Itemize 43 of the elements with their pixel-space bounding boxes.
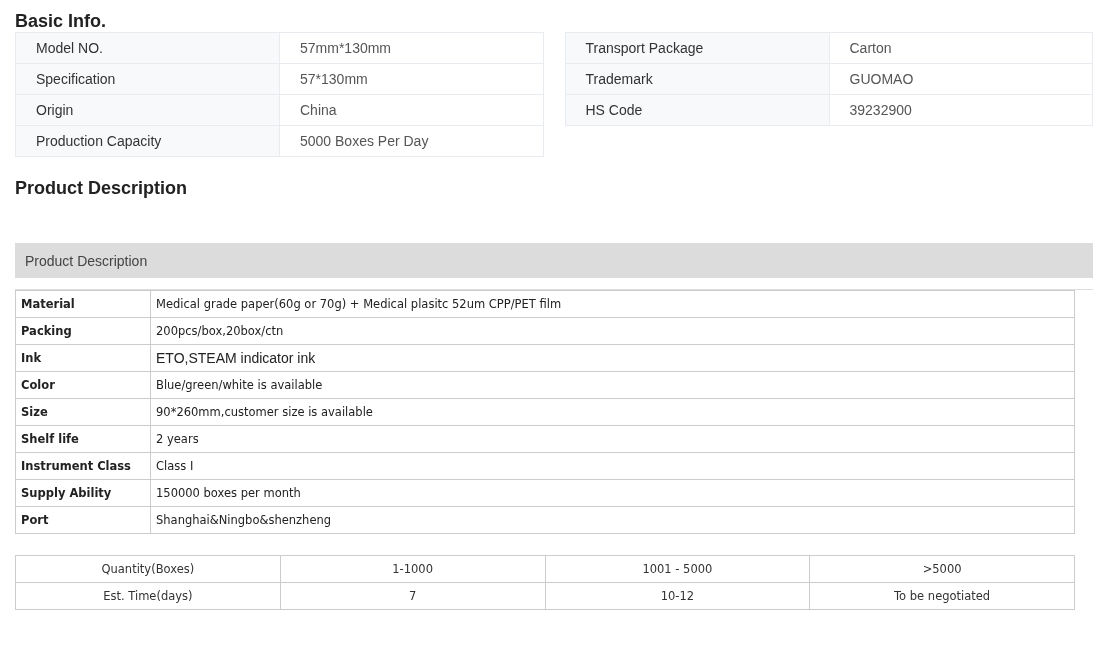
attribute-label: Transport Package <box>565 32 829 64</box>
table-cell: To be negotiated <box>809 582 1075 610</box>
spec-value: Medical grade paper(60g or 70g) + Medical plasitc 52um CPP/PET film <box>150 290 1075 318</box>
spec-label: Shelf life <box>15 425 151 453</box>
attribute-value: GUOMAO <box>829 63 1093 95</box>
table-cell: Quantity(Boxes) <box>15 555 281 583</box>
section-heading: Basic Info. <box>15 10 108 32</box>
attribute-value: 57*130mm <box>279 63 543 95</box>
spec-value: 200pcs/box,20box/ctn <box>150 317 1075 345</box>
spec-label: Material <box>15 290 151 318</box>
spec-label: Ink <box>15 344 151 372</box>
spec-value: 2 years <box>150 425 1075 453</box>
attribute-value: 5000 Boxes Per Day <box>279 125 543 157</box>
table-cell: >5000 <box>809 555 1075 583</box>
attribute-label: Origin <box>15 94 280 126</box>
attribute-value: 39232900 <box>829 94 1093 126</box>
table-cell: Est. Time(days) <box>15 582 281 610</box>
spec-value: ETO,STEAM indicator ink <box>150 344 1075 372</box>
attribute-label: Specification <box>15 63 280 95</box>
spec-label: Supply Ability <box>15 479 151 507</box>
spec-label: Port <box>15 506 151 534</box>
spec-value: 90*260mm,customer size is available <box>150 398 1075 426</box>
spec-value: Class I <box>150 452 1075 480</box>
attribute-label: HS Code <box>565 94 829 126</box>
table-cell: 10-12 <box>545 582 810 610</box>
table-cell: 1-1000 <box>280 555 545 583</box>
attribute-value: 57mm*130mm <box>279 32 543 64</box>
section-bar: Product Description <box>15 243 1093 278</box>
spec-label: Size <box>15 398 151 426</box>
spec-label: Color <box>15 371 151 399</box>
section-heading: Product Description <box>15 177 189 200</box>
attribute-label: Model NO. <box>15 32 280 64</box>
attribute-value: Carton <box>829 32 1093 64</box>
attribute-label: Production Capacity <box>15 125 280 157</box>
attribute-value: China <box>279 94 543 126</box>
table-cell: 7 <box>280 582 545 610</box>
spec-value: Blue/green/white is available <box>150 371 1075 399</box>
attribute-label: Trademark <box>565 63 829 95</box>
spec-value: Shanghai&Ningbo&shenzheng <box>150 506 1075 534</box>
spec-label: Packing <box>15 317 151 345</box>
table-cell: 1001 - 5000 <box>545 555 810 583</box>
spec-label: Instrument Class <box>15 452 151 480</box>
spec-value: 150000 boxes per month <box>150 479 1075 507</box>
